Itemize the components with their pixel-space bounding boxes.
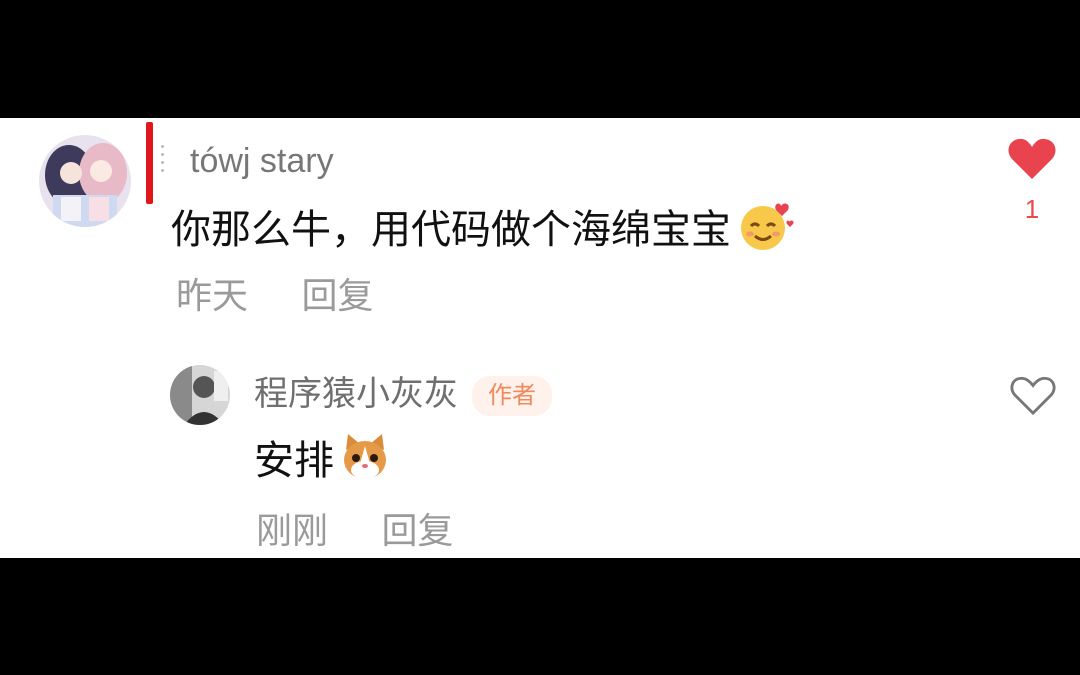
author-name-row: 程序猿小灰灰 作者 [254,376,552,416]
reply-time: 刚刚 [256,511,329,552]
author-name[interactable]: 程序猿小灰灰 [254,375,458,413]
reply-reply-button[interactable]: 回复 [381,514,453,550]
author-badge: 作者 [472,376,552,416]
blush-hearts-emoji-icon [737,200,795,259]
comment-body: 你那么牛，用代码做个海绵宝宝 [171,206,731,253]
reply-button[interactable]: 回复 [301,279,373,315]
anime-girls-avatar-icon [39,135,131,227]
heart-filled-icon [1008,138,1056,179]
reply-meta: 刚刚 回复 [256,514,453,550]
heart-outline-icon [1010,376,1056,416]
author-avatar[interactable] [170,365,230,425]
comment-text: 你那么牛，用代码做个海绵宝宝 [171,200,795,259]
comment-meta: 昨天 回复 [176,279,373,315]
comment-time: 昨天 [176,276,249,317]
reply-like-button[interactable] [1010,376,1056,416]
video-frame: tówj stary 你那么牛，用代码做个海绵宝宝 昨天 回复 1 程序猿小灰灰… [0,0,1080,675]
comment-panel: tówj stary 你那么牛，用代码做个海绵宝宝 昨天 回复 1 程序猿小灰灰… [0,118,1080,558]
drag-handle [161,145,165,179]
like-count: 1 [1024,194,1040,224]
commenter-avatar[interactable] [39,135,131,227]
like-button[interactable]: 1 [1008,138,1056,222]
commenter-name[interactable]: tówj stary [190,144,334,178]
cat-face-emoji-icon [340,432,390,489]
reply-body: 安排 [254,437,334,484]
person-photo-avatar-icon [170,365,230,425]
reply-text: 安排 [254,432,390,489]
playback-marker [146,122,153,204]
